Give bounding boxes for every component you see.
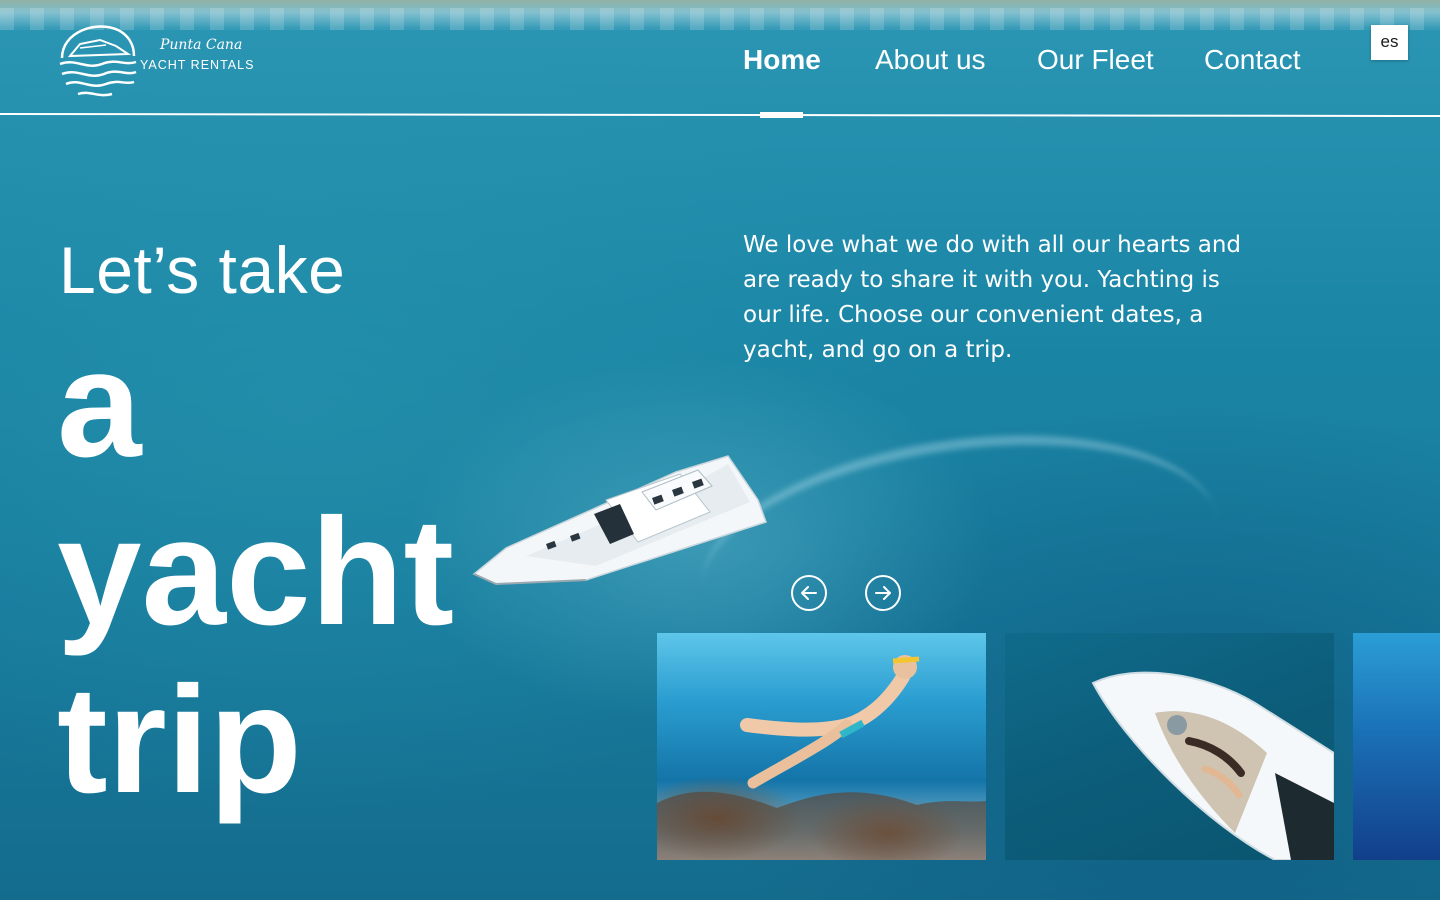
yacht-logo-icon xyxy=(59,25,137,97)
hero-description: We love what we do with all our hearts a… xyxy=(743,232,1242,363)
nav-item-home[interactable]: Home xyxy=(743,44,821,76)
arrow-left-icon xyxy=(801,586,817,600)
logo-script-text: Punta Cana xyxy=(160,37,243,53)
yacht-bow-figure xyxy=(1091,671,1334,860)
carousel-card-underwater[interactable] xyxy=(1353,633,1440,860)
hero-intro-text: Let’s take xyxy=(59,233,346,307)
language-switch-button[interactable]: es xyxy=(1371,25,1408,60)
nav-active-indicator xyxy=(760,112,803,118)
logo-brand-text: YACHT RENTALS xyxy=(140,58,255,72)
logo[interactable]: Punta Cana YACHT RENTALS xyxy=(56,18,266,100)
nav-item-contact[interactable]: Contact xyxy=(1204,44,1301,76)
carousel-card-snorkeling[interactable] xyxy=(657,633,986,860)
carousel-next-button[interactable] xyxy=(865,575,901,611)
carousel-card-yacht-deck[interactable] xyxy=(1005,633,1334,860)
arrow-right-icon xyxy=(875,586,891,600)
carousel-prev-button[interactable] xyxy=(791,575,827,611)
snorkeler-figure xyxy=(657,655,986,860)
nav-item-our-fleet[interactable]: Our Fleet xyxy=(1037,44,1154,76)
yacht-image xyxy=(472,455,767,586)
nav-item-about-us[interactable]: About us xyxy=(875,44,986,76)
hero-headline-line-2: trip xyxy=(57,655,302,825)
